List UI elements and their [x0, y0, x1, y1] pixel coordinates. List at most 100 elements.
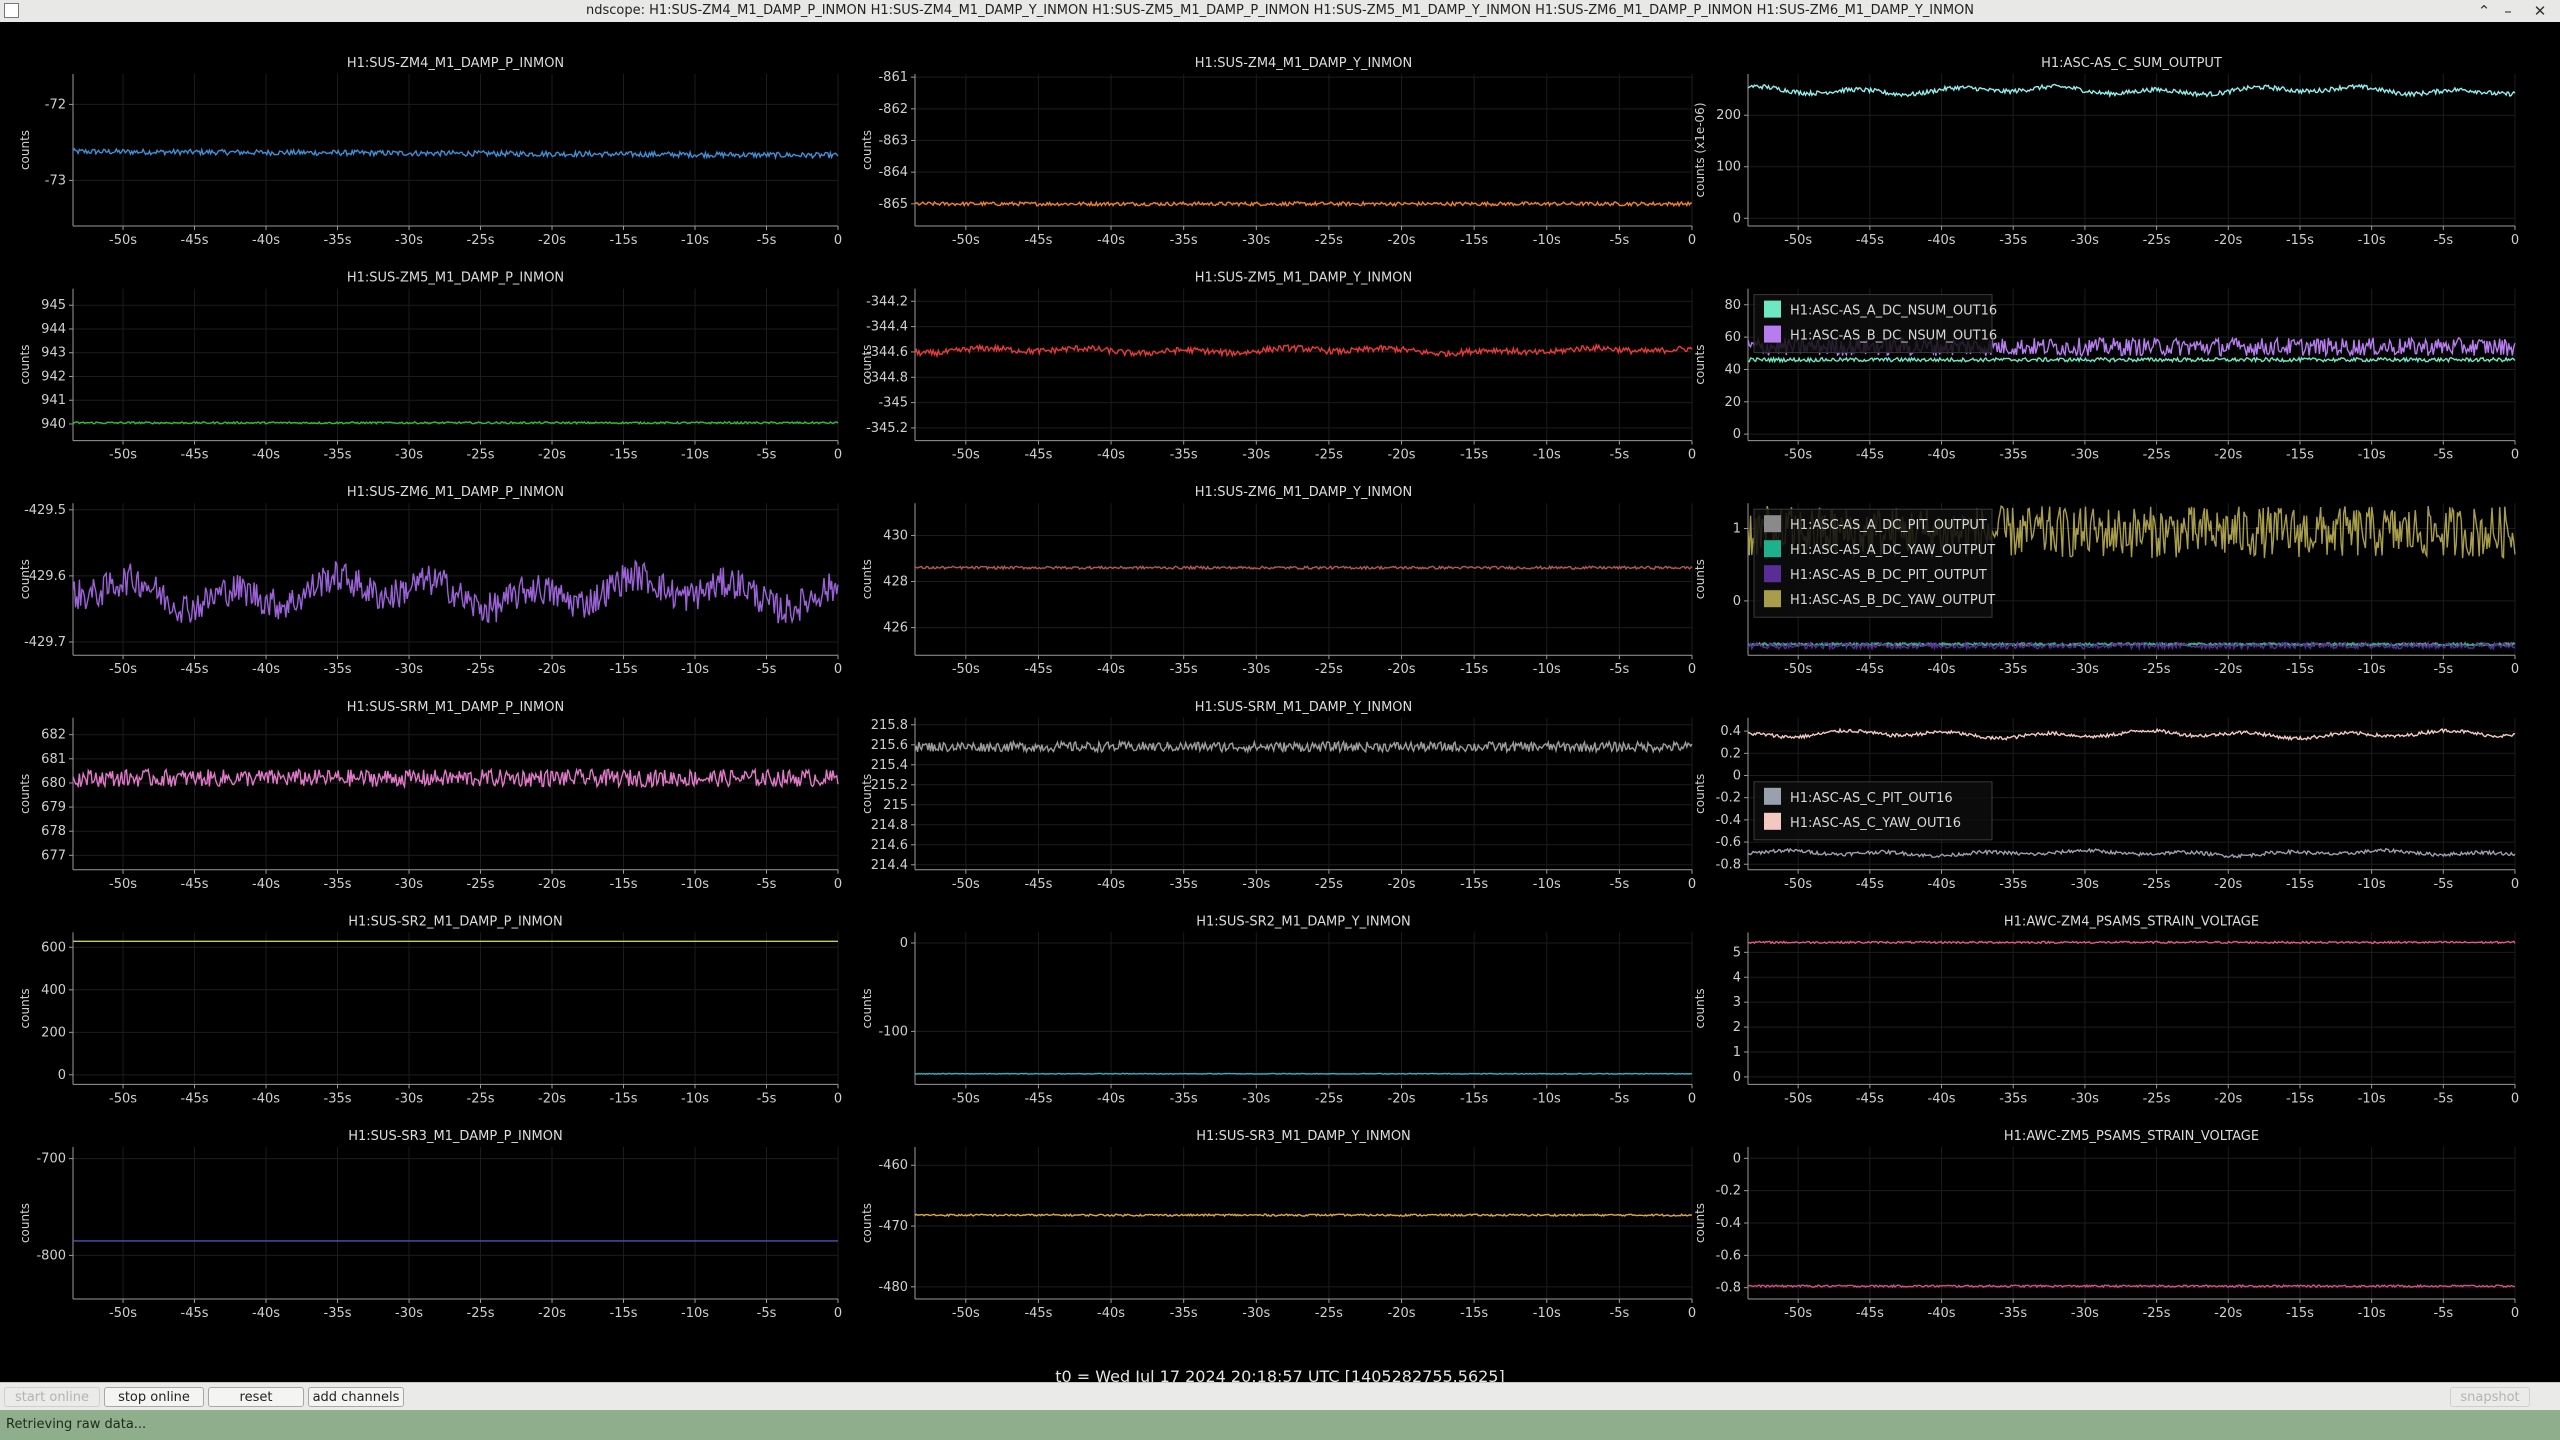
- plot-panel[interactable]: H1:SUS-ZM5_M1_DAMP_P_INMON -50s -45s -40s -3…: [18, 271, 842, 463]
- plot-title: H1:SUS-SRM_M1_DAMP_P_INMON: [347, 700, 564, 715]
- x-tick-label: -50s: [109, 662, 137, 677]
- y-tick-label: -344.2: [866, 294, 908, 309]
- plot-panel[interactable]: H1:AWC-ZM5_PSAMS_STRAIN_VOLTAGE -50s -45s -…: [1693, 1129, 2519, 1321]
- x-tick-label: -15s: [2286, 1091, 2314, 1106]
- plot-panel[interactable]: -50s -45s -40s -35s -30s -25s -20s -15s -10s -5s 0…: [1693, 503, 2519, 677]
- plot-panel[interactable]: H1:SUS-SR3_M1_DAMP_Y_INMON -50s -45s -40s -3…: [860, 1129, 1696, 1321]
- series-line: [914, 1212, 1693, 1218]
- x-tick-label: -50s: [952, 877, 980, 892]
- y-tick-label: 681: [41, 752, 66, 767]
- plot-panel[interactable]: H1:SUS-SR2_M1_DAMP_P_INMON -50s -45s -40s -3…: [18, 914, 842, 1106]
- plot-title: H1:SUS-ZM6_M1_DAMP_Y_INMON: [1195, 485, 1412, 500]
- x-tick-label: -15s: [610, 233, 638, 248]
- reset-button[interactable]: reset: [208, 1387, 304, 1407]
- plot-panel[interactable]: H1:ASC-AS_C_SUM_OUTPUT -50s -45s -40s -35s -3…: [1693, 56, 2519, 248]
- snapshot-button[interactable]: snapshot: [2450, 1387, 2530, 1407]
- plot-legend[interactable]: H1:ASC-AS_C_PIT_OUT16 H1:ASC-AS_C_YAW_OUT…: [1753, 781, 1993, 841]
- x-tick-label: -15s: [1460, 662, 1488, 677]
- plot-grid[interactable]: H1:SUS-ZM4_M1_DAMP_P_INMON -50s -45s -40s -3…: [0, 22, 2560, 1382]
- plot-title: H1:SUS-SR3_M1_DAMP_P_INMON: [348, 1129, 562, 1144]
- y-tick-label: 200: [1716, 108, 1741, 123]
- y-tick-label: -0.2: [1716, 791, 1741, 806]
- y-tick-label: -0.6: [1716, 835, 1741, 850]
- y-tick-label: 200: [41, 1025, 66, 1040]
- x-tick-label: -45s: [1856, 1091, 1884, 1106]
- plot-panel[interactable]: H1:SUS-SR2_M1_DAMP_Y_INMON -50s -45s -40s -3…: [860, 914, 1696, 1106]
- plot-panel[interactable]: H1:SUS-SRM_M1_DAMP_P_INMON -50s -45s -40s -3…: [18, 700, 842, 892]
- y-tick-label: 0: [1733, 768, 1741, 783]
- x-tick-label: -30s: [2071, 1306, 2099, 1321]
- y-tick-label: -480: [878, 1280, 908, 1295]
- plot-panel[interactable]: H1:AWC-ZM4_PSAMS_STRAIN_VOLTAGE -50s -45s -…: [1693, 914, 2519, 1106]
- y-tick-label: 215.4: [871, 758, 908, 773]
- x-tick-label: -45s: [1024, 662, 1052, 677]
- x-tick-label: -25s: [1315, 448, 1343, 463]
- stop-online-button[interactable]: stop online: [104, 1387, 204, 1407]
- y-tick-label: 215.8: [871, 718, 908, 733]
- plot-area[interactable]: H1:SUS-ZM4_M1_DAMP_P_INMON -50s -45s -40s -3…: [0, 22, 2560, 1386]
- y-axis-label: counts: [18, 988, 32, 1028]
- legend-entry: H1:ASC-AS_C_PIT_OUT16: [1790, 791, 1953, 806]
- plot-panel[interactable]: H1:SUS-ZM5_M1_DAMP_Y_INMON -50s -45s -40s -3…: [860, 271, 1696, 463]
- x-tick-label: -25s: [2143, 1091, 2171, 1106]
- x-tick-label: -10s: [1533, 1091, 1561, 1106]
- y-axis-label: counts: [860, 345, 874, 385]
- plot-panel[interactable]: H1:SUS-ZM6_M1_DAMP_Y_INMON -50s -45s -40s -3…: [860, 485, 1696, 677]
- plot-panel[interactable]: H1:SUS-ZM4_M1_DAMP_Y_INMON -50s -45s -40s -3…: [860, 56, 1696, 248]
- minimize-icon[interactable]: ⌃: [2472, 1, 2496, 21]
- x-tick-label: -40s: [1928, 1091, 1956, 1106]
- y-tick-label: 0: [1733, 1070, 1741, 1085]
- legend-swatch: [1764, 590, 1781, 608]
- y-tick-label: -0.2: [1716, 1184, 1741, 1199]
- x-tick-label: -25s: [1315, 1091, 1343, 1106]
- plot-panel[interactable]: H1:SUS-SRM_M1_DAMP_Y_INMON -50s -45s -40s -3…: [860, 700, 1696, 892]
- y-axis-label: counts: [1693, 988, 1707, 1028]
- y-axis-label: counts: [860, 774, 874, 814]
- y-tick-label: -429.5: [24, 503, 66, 518]
- x-tick-label: 0: [1688, 233, 1696, 248]
- x-tick-label: -15s: [2286, 1306, 2314, 1321]
- plot-panel[interactable]: -50s -45s -40s -35s -30s -25s -20s -15s -10s -5s 0…: [1693, 717, 2519, 892]
- plot-panel[interactable]: H1:SUS-SR3_M1_DAMP_P_INMON -50s -45s -40s -3…: [18, 1129, 842, 1321]
- legend-entry: H1:ASC-AS_B_DC_YAW_OUTPUT: [1790, 593, 1995, 608]
- restore-icon[interactable]: –: [2496, 1, 2520, 21]
- x-tick-label: -10s: [2358, 662, 2386, 677]
- x-tick-label: -10s: [1533, 448, 1561, 463]
- x-tick-label: -35s: [1999, 233, 2027, 248]
- x-tick-label: -40s: [1928, 1306, 1956, 1321]
- x-tick-label: -45s: [1024, 233, 1052, 248]
- plot-panel[interactable]: -50s -45s -40s -35s -30s -25s -20s -15s -10s -5s 0…: [1693, 288, 2519, 463]
- y-tick-label: -0.6: [1716, 1248, 1741, 1263]
- x-tick-label: -20s: [538, 662, 566, 677]
- plot-panel[interactable]: H1:SUS-ZM4_M1_DAMP_P_INMON -50s -45s -40s -3…: [18, 56, 842, 248]
- start-online-button[interactable]: start online: [4, 1387, 100, 1407]
- legend-swatch: [1764, 300, 1781, 318]
- y-tick-label: 600: [41, 940, 66, 955]
- x-tick-label: -5s: [1610, 448, 1630, 463]
- plot-title: H1:SUS-SR2_M1_DAMP_Y_INMON: [1196, 914, 1411, 929]
- x-tick-label: -20s: [1388, 662, 1416, 677]
- x-tick-label: -5s: [757, 1091, 777, 1106]
- plot-panel[interactable]: H1:SUS-ZM6_M1_DAMP_P_INMON -50s -45s -40s -3…: [18, 485, 842, 677]
- x-tick-label: -15s: [1460, 233, 1488, 248]
- add-channels-button[interactable]: add channels: [308, 1387, 404, 1407]
- x-tick-label: -35s: [1170, 1306, 1198, 1321]
- x-tick-label: -5s: [1610, 877, 1630, 892]
- x-tick-label: -50s: [109, 877, 137, 892]
- x-tick-label: -20s: [1388, 1306, 1416, 1321]
- x-tick-label: -5s: [2433, 1306, 2453, 1321]
- legend-entry: H1:ASC-AS_A_DC_PIT_OUTPUT: [1790, 518, 1987, 533]
- plot-legend[interactable]: H1:ASC-AS_A_DC_PIT_OUTPUT H1:ASC-AS_A_DC_…: [1753, 508, 1995, 618]
- x-tick-label: 0: [834, 448, 842, 463]
- y-axis-label: counts: [1693, 345, 1707, 385]
- legend-swatch: [1764, 325, 1781, 343]
- x-tick-label: -30s: [1242, 1306, 1270, 1321]
- x-tick-label: -10s: [2358, 1091, 2386, 1106]
- close-icon[interactable]: ✕: [2528, 1, 2552, 21]
- x-tick-label: -5s: [1610, 662, 1630, 677]
- x-tick-label: -50s: [109, 233, 137, 248]
- x-tick-label: -15s: [1460, 448, 1488, 463]
- plot-legend[interactable]: H1:ASC-AS_A_DC_NSUM_OUT16 H1:ASC-AS_B_DC_…: [1753, 294, 1997, 354]
- x-tick-label: -50s: [109, 448, 137, 463]
- x-tick-label: -35s: [1170, 233, 1198, 248]
